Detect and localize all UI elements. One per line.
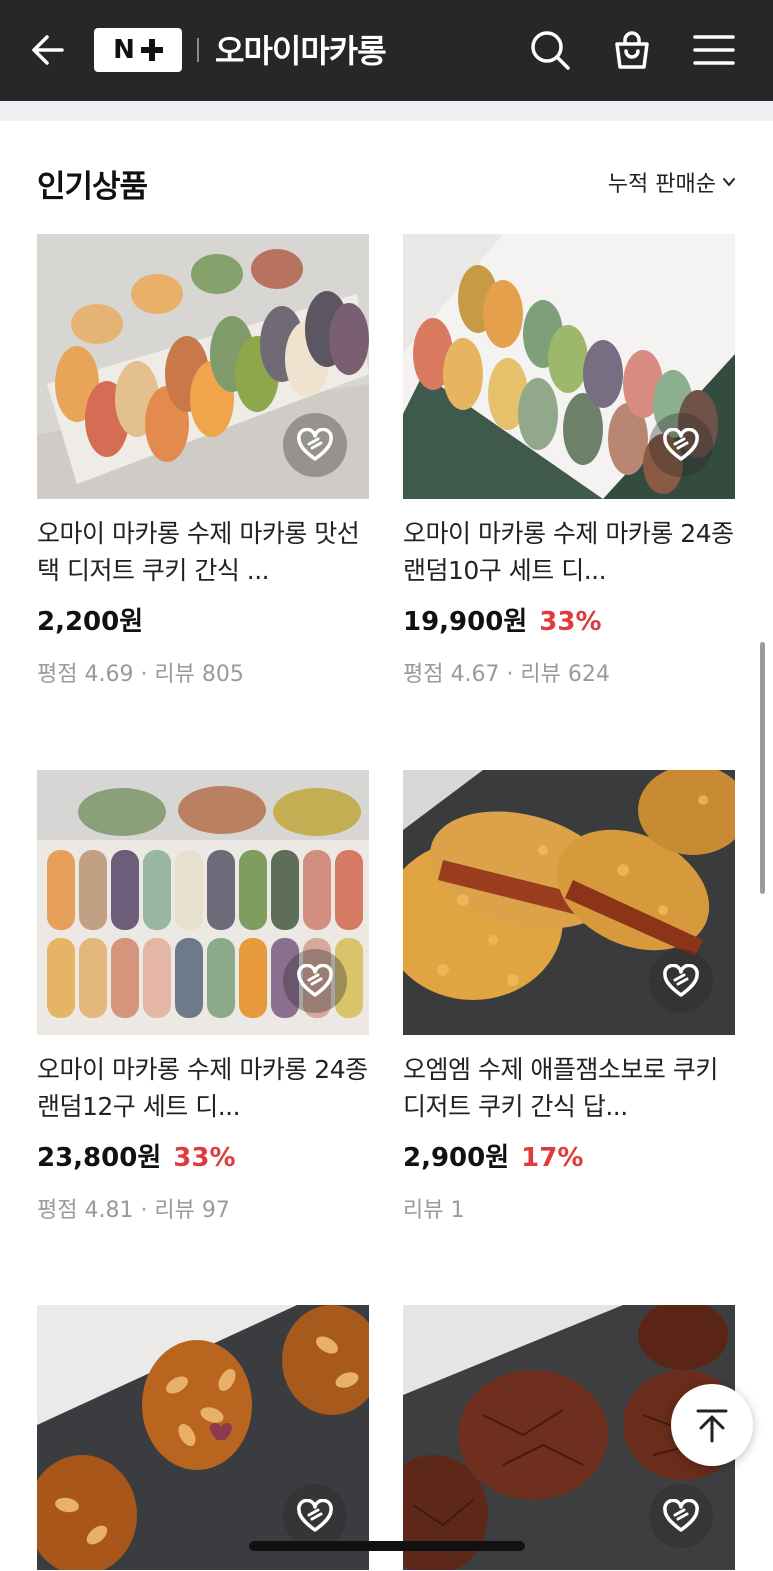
heart-icon	[663, 1499, 699, 1532]
product-name[interactable]: 오엠엠 수제 애플잼소보로 쿠키 디저트 쿠키 간식 답...	[403, 1051, 735, 1125]
product-card[interactable]: 오마이 마카롱 수제 마카롱 맛선택 디저트 쿠키 간식 ... 2,200원 …	[37, 234, 369, 688]
sort-dropdown[interactable]: 누적 판매순	[608, 166, 736, 198]
price-row: 23,800원 33%	[37, 1137, 369, 1174]
product-image[interactable]	[403, 770, 735, 1035]
sort-label: 누적 판매순	[607, 172, 716, 197]
logo-divider	[197, 38, 199, 62]
product-image[interactable]	[403, 234, 735, 499]
product-card[interactable]: 오마이 마카롱 수제 마카롱 24종 랜덤10구 세트 디... 19,900원…	[403, 234, 735, 688]
search-icon	[531, 31, 570, 70]
logo-letter: N	[113, 35, 135, 65]
product-image[interactable]	[37, 770, 369, 1035]
discount-rate: 33%	[173, 1143, 236, 1173]
scroll-to-top-button[interactable]	[671, 1384, 753, 1466]
product-price: 19,900원	[403, 607, 528, 637]
rating-review: 평점 4.81 · 리뷰 97	[37, 1198, 230, 1223]
heart-icon	[663, 964, 699, 997]
favorite-button[interactable]	[283, 1484, 347, 1548]
product-image[interactable]	[37, 234, 369, 499]
product-image[interactable]	[37, 1305, 369, 1570]
rating-review: 평점 4.69 · 리뷰 805	[37, 662, 244, 687]
scrollbar[interactable]	[760, 642, 765, 894]
product-card[interactable]	[37, 1305, 369, 1570]
cart-button[interactable]	[608, 26, 656, 74]
discount-rate: 33%	[539, 607, 602, 637]
price-row: 2,200원	[37, 601, 369, 638]
product-name[interactable]: 오마이 마카롱 수제 마카롱 맛선택 디저트 쿠키 간식 ...	[37, 515, 369, 589]
product-name[interactable]: 오마이 마카롱 수제 마카롱 24종 랜덤12구 세트 디...	[37, 1051, 369, 1125]
plus-icon	[140, 39, 163, 61]
shopping-bag-icon	[615, 31, 649, 69]
product-price: 2,200원	[37, 607, 144, 637]
price-row: 19,900원 33%	[403, 601, 735, 638]
price-row: 2,900원 17%	[403, 1137, 735, 1174]
back-button[interactable]	[26, 28, 70, 72]
product-price: 2,900원	[403, 1143, 510, 1173]
product-card[interactable]: 오엠엠 수제 애플잼소보로 쿠키 디저트 쿠키 간식 답... 2,900원 1…	[403, 770, 735, 1224]
hamburger-menu-icon	[693, 35, 735, 65]
discount-rate: 17%	[521, 1143, 584, 1173]
heart-icon	[297, 428, 333, 461]
heart-icon	[297, 1499, 333, 1532]
favorite-button[interactable]	[283, 413, 347, 477]
section-title: 인기상품	[37, 169, 148, 205]
product-card[interactable]: 오마이 마카롱 수제 마카롱 24종 랜덤12구 세트 디... 23,800원…	[37, 770, 369, 1224]
back-arrow-icon	[32, 35, 64, 65]
product-name[interactable]: 오마이 마카롱 수제 마카롱 24종 랜덤10구 세트 디...	[403, 515, 735, 589]
heart-icon	[297, 964, 333, 997]
search-button[interactable]	[526, 26, 574, 74]
rating-review: 리뷰 1	[403, 1198, 465, 1223]
favorite-button[interactable]	[649, 1484, 713, 1548]
chevron-down-icon	[723, 178, 735, 186]
rating-review: 평점 4.67 · 리뷰 624	[403, 662, 610, 687]
home-indicator	[249, 1541, 525, 1551]
favorite-button[interactable]	[283, 949, 347, 1013]
menu-button[interactable]	[690, 26, 738, 74]
heart-icon	[663, 428, 699, 461]
naver-plus-logo[interactable]: N	[94, 28, 182, 72]
top-header: N 오마이마카롱	[0, 0, 773, 101]
section-divider	[0, 101, 773, 121]
product-price: 23,800원	[37, 1143, 162, 1173]
favorite-button[interactable]	[649, 949, 713, 1013]
favorite-button[interactable]	[649, 413, 713, 477]
arrow-up-icon	[696, 1409, 728, 1443]
store-name[interactable]: 오마이마카롱	[215, 26, 387, 72]
